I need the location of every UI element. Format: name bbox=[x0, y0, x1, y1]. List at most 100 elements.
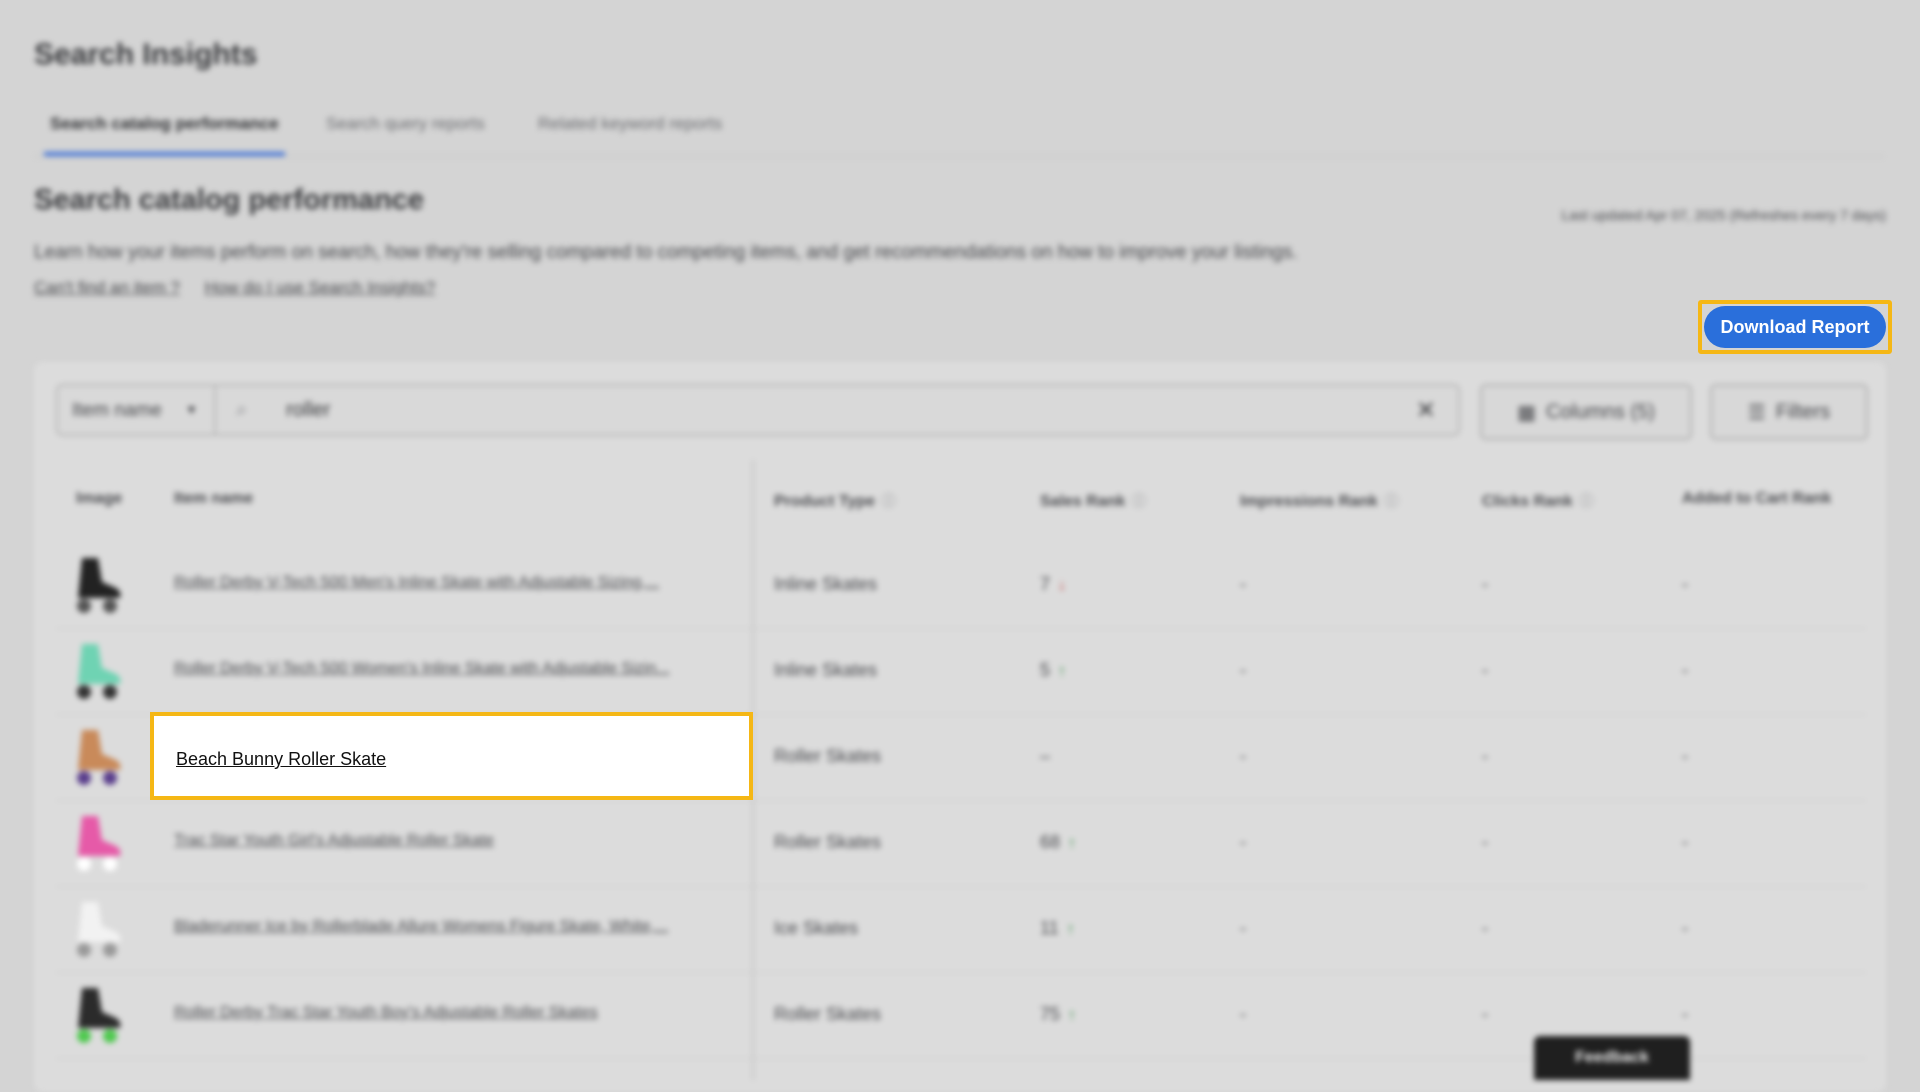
added-to-cart-rank: - bbox=[1682, 574, 1688, 594]
clicks-rank: - bbox=[1482, 746, 1488, 766]
product-type: Roller Skates bbox=[774, 1004, 882, 1024]
header-image: Image bbox=[76, 490, 123, 507]
impressions-rank: - bbox=[1240, 918, 1246, 938]
feedback-button[interactable]: Feedback bbox=[1534, 1036, 1690, 1080]
header-impressions-rank: Impressions Rank ⓘ bbox=[1240, 490, 1399, 511]
last-updated-text: Last updated Apr 07, 2025 (Refreshes eve… bbox=[1561, 207, 1886, 223]
highlighted-item-link[interactable]: Beach Bunny Roller Skate bbox=[176, 749, 386, 770]
table-row[interactable]: Trac Star Youth Girl's Adjustable Roller… bbox=[56, 800, 1866, 887]
item-name-link[interactable]: Roller Derby V-Tech 500 Men's Inline Ska… bbox=[174, 574, 659, 592]
search-field-select[interactable]: Item name ▼ bbox=[56, 384, 216, 436]
skate-thumbnail-icon bbox=[77, 730, 121, 785]
info-icon[interactable]: ⓘ bbox=[1579, 493, 1594, 510]
how-to-use-link[interactable]: How do I use Search Insights? bbox=[205, 278, 436, 297]
skate-thumbnail-icon bbox=[77, 816, 121, 871]
impressions-rank: - bbox=[1240, 746, 1246, 766]
skate-thumbnail-icon bbox=[77, 644, 121, 699]
skate-thumbnail-icon bbox=[77, 988, 121, 1043]
header-clicks-rank-label: Clicks Rank bbox=[1482, 493, 1573, 510]
search-icon: ⌕ bbox=[236, 399, 248, 421]
header-impressions-rank-label: Impressions Rank bbox=[1240, 493, 1378, 510]
table-row[interactable]: Bladerunner Ice by Rollerblade Allure Wo… bbox=[56, 886, 1866, 973]
highlighted-item-cell[interactable]: Beach Bunny Roller Skate bbox=[150, 712, 753, 800]
blurred-page: Search Insights Search catalog performan… bbox=[0, 0, 1920, 1092]
table-row[interactable]: Roller Derby V-Tech 500 Women's Inline S… bbox=[56, 628, 1866, 715]
product-type: Roller Skates bbox=[774, 746, 882, 766]
search-input[interactable]: ⌕ roller ✕ bbox=[214, 384, 1460, 436]
sales-rank-value: – bbox=[1040, 746, 1051, 766]
header-clicks-rank: Clicks Rank ⓘ bbox=[1482, 490, 1594, 511]
product-type: Inline Skates bbox=[774, 574, 878, 594]
product-type: Ice Skates bbox=[774, 918, 859, 938]
download-report-button[interactable]: Download Report bbox=[1704, 306, 1886, 348]
clicks-rank: - bbox=[1482, 574, 1488, 594]
table-row[interactable]: Roller Derby V-Tech 500 Men's Inline Ska… bbox=[56, 542, 1866, 629]
sales-rank-value: 5 bbox=[1040, 660, 1051, 680]
header-item-name: Item name bbox=[174, 490, 254, 507]
clear-icon[interactable]: ✕ bbox=[1416, 396, 1436, 425]
impressions-rank: - bbox=[1240, 1004, 1246, 1024]
grid-icon: ▦ bbox=[1517, 401, 1536, 424]
header-added-to-cart-rank: Added to Cart Rank bbox=[1682, 490, 1832, 507]
sales-rank-value: 68 bbox=[1040, 832, 1061, 852]
added-to-cart-rank: - bbox=[1682, 918, 1688, 938]
columns-button[interactable]: ▦ Columns (5) bbox=[1480, 384, 1692, 440]
impressions-rank: - bbox=[1240, 660, 1246, 680]
added-to-cart-rank: - bbox=[1682, 660, 1688, 680]
cant-find-item-link[interactable]: Can't find an item ? bbox=[34, 278, 180, 297]
tab-related-keyword-reports[interactable]: Related keyword reports bbox=[532, 114, 728, 152]
sales-rank: – bbox=[1040, 746, 1050, 767]
sales-rank: 75 ↑ bbox=[1040, 1004, 1076, 1025]
sales-rank-value: 11 bbox=[1040, 918, 1059, 938]
impressions-rank: - bbox=[1240, 574, 1246, 594]
clicks-rank: - bbox=[1482, 918, 1488, 938]
item-name-link[interactable]: Trac Star Youth Girl's Adjustable Roller… bbox=[174, 832, 494, 850]
search-input-value: roller bbox=[286, 399, 331, 421]
item-name-link[interactable]: Bladerunner Ice by Rollerblade Allure Wo… bbox=[174, 918, 668, 936]
product-type: Roller Skates bbox=[774, 832, 882, 852]
arrow-down-icon: ↓ bbox=[1058, 577, 1067, 594]
tab-search-query-reports[interactable]: Search query reports bbox=[320, 114, 491, 152]
arrow-up-icon: ↑ bbox=[1058, 663, 1067, 680]
arrow-up-icon: ↑ bbox=[1068, 1007, 1077, 1024]
filter-icon: ☰ bbox=[1747, 401, 1766, 424]
clicks-rank: - bbox=[1482, 1004, 1488, 1024]
clicks-rank: - bbox=[1482, 660, 1488, 680]
header-product-type: Product Type ⓘ bbox=[774, 490, 896, 511]
added-to-cart-rank: - bbox=[1682, 1004, 1688, 1024]
sales-rank-value: 75 bbox=[1040, 1004, 1061, 1024]
caret-down-icon: ▼ bbox=[185, 402, 198, 417]
clicks-rank: - bbox=[1482, 832, 1488, 852]
info-icon[interactable]: ⓘ bbox=[1384, 493, 1399, 510]
help-links: Can't find an item ? How do I use Search… bbox=[34, 278, 455, 298]
tab-search-catalog-performance[interactable]: Search catalog performance bbox=[44, 114, 285, 156]
info-icon[interactable]: ⓘ bbox=[1131, 493, 1146, 510]
product-type: Inline Skates bbox=[774, 660, 878, 680]
skate-thumbnail-icon bbox=[77, 902, 121, 957]
page-title: Search Insights bbox=[34, 38, 258, 71]
header-sales-rank-label: Sales Rank bbox=[1040, 493, 1126, 510]
skate-thumbnail-icon bbox=[77, 558, 121, 613]
header-product-type-label: Product Type bbox=[774, 493, 876, 510]
item-name-link[interactable]: Roller Derby V-Tech 500 Women's Inline S… bbox=[174, 660, 669, 678]
search-field-select-value: Item name bbox=[72, 400, 162, 421]
arrow-up-icon: ↑ bbox=[1068, 835, 1077, 852]
sales-rank: 5 ↑ bbox=[1040, 660, 1066, 681]
section-description: Learn how your items perform on search, … bbox=[34, 242, 1298, 263]
tab-bar: Search catalog performance Search query … bbox=[34, 112, 1884, 157]
filters-button-label: Filters bbox=[1775, 400, 1831, 423]
section-title: Search catalog performance bbox=[34, 184, 425, 216]
filters-button[interactable]: ☰ Filters bbox=[1710, 384, 1868, 440]
header-sales-rank: Sales Rank ⓘ bbox=[1040, 490, 1146, 511]
sales-rank: 11 ↑ bbox=[1040, 918, 1075, 939]
sales-rank: 68 ↑ bbox=[1040, 832, 1076, 853]
added-to-cart-rank: - bbox=[1682, 746, 1688, 766]
sales-rank: 7 ↓ bbox=[1040, 574, 1066, 595]
sales-rank-value: 7 bbox=[1040, 574, 1051, 594]
impressions-rank: - bbox=[1240, 832, 1246, 852]
columns-button-label: Columns (5) bbox=[1545, 400, 1655, 423]
info-icon[interactable]: ⓘ bbox=[881, 493, 896, 510]
item-name-link[interactable]: Roller Derby Trac Star Youth Boy's Adjus… bbox=[174, 1004, 598, 1022]
arrow-up-icon: ↑ bbox=[1066, 921, 1075, 938]
added-to-cart-rank: - bbox=[1682, 832, 1688, 852]
